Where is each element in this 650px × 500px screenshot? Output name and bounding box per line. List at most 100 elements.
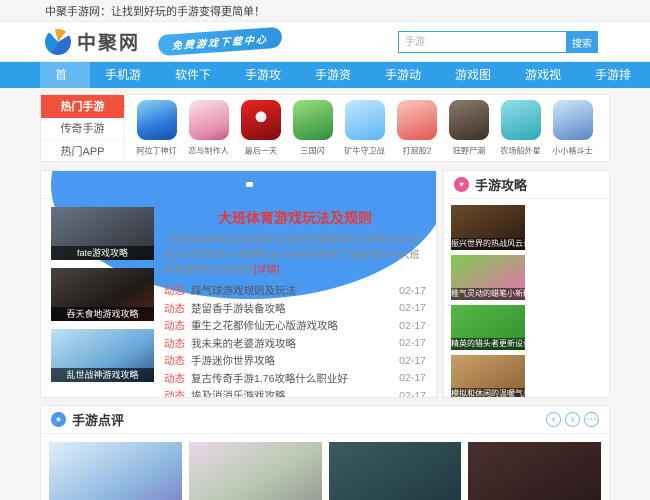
news-thumb-caption: 乱世战神游戏攻略 bbox=[51, 368, 154, 382]
nav-item[interactable]: 手游动态 bbox=[370, 62, 440, 88]
article-date: 02-17 bbox=[391, 285, 426, 297]
review-card[interactable]: 寻秦手游攻略 bbox=[468, 442, 601, 500]
article-tag: 动态 bbox=[164, 301, 185, 316]
guide-thumb[interactable]: 稚气灵动的蜡笔小新糖 bbox=[451, 255, 525, 300]
hot-games-strip: 热门手游 传奇手游 热门APP 阿拉丁神灯 恋与制作人 bbox=[40, 94, 610, 162]
logo-icon bbox=[45, 29, 71, 55]
hot-game-item[interactable]: 矿牛守卫战 bbox=[339, 100, 391, 157]
news-body: fate游戏攻略 吞天食地游戏攻略 乱世战神游戏攻略 大班体育游戏玩法及规则 大… bbox=[41, 199, 436, 398]
article-row[interactable]: 动态 我未来的老婆游戏攻略 02-17 bbox=[164, 335, 426, 353]
article-row[interactable]: 动态 手游迷你世界攻略 02-17 bbox=[164, 352, 426, 370]
game-name: 阿拉丁神灯 bbox=[137, 144, 178, 156]
reviews-panel: ★ 手游点评 ‹ › ⋯ 模拟游戏变身攻略 玛丽首富游戏攻略 跳大绳游戏规则和玩… bbox=[40, 405, 610, 500]
guides-panel: ♥ 手游攻略 振兴世界的热战风云录 稚气灵动的蜡笔小新糖 精英的猎头者更新设计 bbox=[443, 170, 610, 398]
article-tag: 动态 bbox=[164, 353, 185, 368]
game-app-icon bbox=[189, 100, 229, 140]
hot-games-list: 阿拉丁神灯 恋与制作人 最后一天 三国闪 bbox=[125, 95, 609, 161]
hot-tab[interactable]: 热门APP bbox=[41, 140, 124, 163]
hot-game-item[interactable]: 三国闪 bbox=[287, 100, 339, 157]
carousel-more-button[interactable]: ⋯ bbox=[584, 412, 599, 427]
guide-thumb[interactable]: 振兴世界的热战风云录 bbox=[451, 205, 525, 250]
article-date: 02-17 bbox=[391, 355, 426, 367]
reviews-title: 手游点评 bbox=[72, 410, 124, 429]
news-header: 手游资讯 更多+ bbox=[41, 171, 436, 199]
game-name: 小小格斗士 bbox=[553, 144, 594, 156]
article-tag: 动态 bbox=[164, 371, 185, 386]
game-name: 最后一天 bbox=[245, 144, 277, 156]
article-list: 动态 踩气球游戏规则及玩法 02-17 动态 楚留香手游装备攻略 02-17 bbox=[164, 282, 426, 398]
article-title: 复古传奇手游1.76攻略什么职业好 bbox=[191, 371, 348, 386]
article-row[interactable]: 动态 埃及消消乐游戏攻略 02-17 bbox=[164, 387, 426, 398]
article-row[interactable]: 动态 重生之花都修仙无心版游戏攻略 02-17 bbox=[164, 317, 426, 335]
game-name: 矿牛守卫战 bbox=[345, 144, 386, 156]
article-tag: 动态 bbox=[164, 283, 185, 298]
article-date: 02-17 bbox=[391, 302, 426, 314]
hot-game-item[interactable]: 狂野尸潮 bbox=[443, 100, 495, 157]
article-row[interactable]: 动态 复古传奇手游1.76攻略什么职业好 02-17 bbox=[164, 370, 426, 388]
game-app-icon bbox=[553, 100, 593, 140]
review-card[interactable]: 玛丽首富游戏攻略 bbox=[189, 442, 322, 500]
logo-text: 中聚网 bbox=[77, 28, 140, 55]
hot-game-item[interactable]: 最后一天 bbox=[235, 100, 287, 157]
nav-item[interactable]: 游戏视频 bbox=[510, 62, 580, 88]
hot-game-item[interactable]: 打屁股2 bbox=[391, 100, 443, 157]
guide-caption: 振兴世界的热战风云录 bbox=[451, 238, 525, 250]
game-name: 狂野尸潮 bbox=[453, 144, 485, 156]
guide-thumb[interactable]: 模拟和休闲的温暖气息 bbox=[451, 355, 525, 398]
game-app-icon bbox=[397, 100, 437, 140]
nav-item[interactable]: 手游排行 bbox=[580, 62, 650, 88]
game-name: 打屁股2 bbox=[403, 144, 432, 156]
article-date: 02-17 bbox=[391, 320, 426, 332]
article-title: 手游迷你世界攻略 bbox=[191, 353, 275, 368]
review-card[interactable]: 模拟游戏变身攻略 bbox=[49, 442, 182, 500]
detail-link[interactable]: [详情] bbox=[254, 265, 280, 276]
article-title: 埃及消消乐游戏攻略 bbox=[191, 388, 286, 398]
game-app-icon bbox=[241, 100, 281, 140]
site-logo[interactable]: 中聚网 bbox=[45, 28, 140, 55]
game-app-icon bbox=[449, 100, 489, 140]
nav-item[interactable]: 手游攻略 bbox=[230, 62, 300, 88]
game-app-icon bbox=[137, 100, 177, 140]
reviews-header: ★ 手游点评 ‹ › ⋯ bbox=[41, 406, 609, 434]
game-app-icon bbox=[293, 100, 333, 140]
featured-article-title[interactable]: 大班体育游戏玩法及规则 bbox=[164, 208, 426, 228]
article-date: 02-17 bbox=[391, 390, 426, 398]
review-card[interactable]: 跳大绳游戏规则和玩法 bbox=[329, 442, 462, 500]
hot-game-item[interactable]: 小小格斗士 bbox=[547, 100, 599, 157]
article-row[interactable]: 动态 楚留香手游装备攻略 02-17 bbox=[164, 300, 426, 318]
news-thumb-caption: 吞天食地游戏攻略 bbox=[51, 307, 154, 321]
nav-item[interactable]: 游戏图库 bbox=[440, 62, 510, 88]
nav-item[interactable]: 手机游戏 bbox=[90, 62, 160, 88]
hot-tab[interactable]: 热门手游 bbox=[41, 95, 124, 118]
article-row[interactable]: 动态 踩气球游戏规则及玩法 02-17 bbox=[164, 282, 426, 300]
news-thumb[interactable]: fate游戏攻略 bbox=[51, 207, 154, 260]
nav-item[interactable]: 首页 bbox=[40, 62, 90, 88]
article-title: 我未来的老婆游戏攻略 bbox=[191, 336, 296, 351]
hot-game-item[interactable]: 恋与制作人 bbox=[183, 100, 235, 157]
hot-tab[interactable]: 传奇手游 bbox=[41, 118, 124, 141]
featured-desc-text: 大班体育游戏玩法及规则,游戏中有哪些模式,如何参与玩法呢,许多玩家还不清楚呢,接… bbox=[164, 235, 420, 276]
news-thumb[interactable]: 乱世战神游戏攻略 bbox=[51, 329, 154, 382]
star-icon: ★ bbox=[51, 412, 66, 427]
hot-game-item[interactable]: 农场船外星 bbox=[495, 100, 547, 157]
hot-tabs: 热门手游 传奇手游 热门APP bbox=[41, 95, 125, 161]
carousel-prev-button[interactable]: ‹ bbox=[546, 412, 561, 427]
main-nav: 首页 手机游戏 软件下载 手游攻略 手游资讯 手游动态 游戏图库 游戏视频 手游… bbox=[0, 62, 650, 88]
guide-thumb[interactable]: 精英的猎头者更新设计 bbox=[451, 305, 525, 350]
guides-title: 手游攻略 bbox=[475, 175, 527, 194]
hot-game-item[interactable]: 阿拉丁神灯 bbox=[131, 100, 183, 157]
search-button[interactable]: 搜索 bbox=[566, 31, 598, 53]
search-input[interactable] bbox=[398, 31, 566, 53]
game-name: 农场船外星 bbox=[501, 144, 542, 156]
nav-item[interactable]: 软件下载 bbox=[160, 62, 230, 88]
reviews-card-list: 模拟游戏变身攻略 玛丽首富游戏攻略 跳大绳游戏规则和玩法 寻秦手游攻略 bbox=[41, 434, 609, 500]
news-article-column: 大班体育游戏玩法及规则 大班体育游戏玩法及规则,游戏中有哪些模式,如何参与玩法呢… bbox=[154, 207, 426, 398]
featured-article-desc: 大班体育游戏玩法及规则,游戏中有哪些模式,如何参与玩法呢,许多玩家还不清楚呢,接… bbox=[164, 233, 426, 278]
article-date: 02-17 bbox=[391, 337, 426, 349]
carousel-next-button[interactable]: › bbox=[565, 412, 580, 427]
search-bar: 搜索 bbox=[398, 31, 598, 53]
guide-caption: 模拟和休闲的温暖气息 bbox=[451, 388, 525, 398]
nav-item[interactable]: 手游资讯 bbox=[300, 62, 370, 88]
guides-grid: 振兴世界的热战风云录 稚气灵动的蜡笔小新糖 精英的猎头者更新设计 模拟和休闲的温… bbox=[444, 199, 609, 398]
news-thumb[interactable]: 吞天食地游戏攻略 bbox=[51, 268, 154, 321]
